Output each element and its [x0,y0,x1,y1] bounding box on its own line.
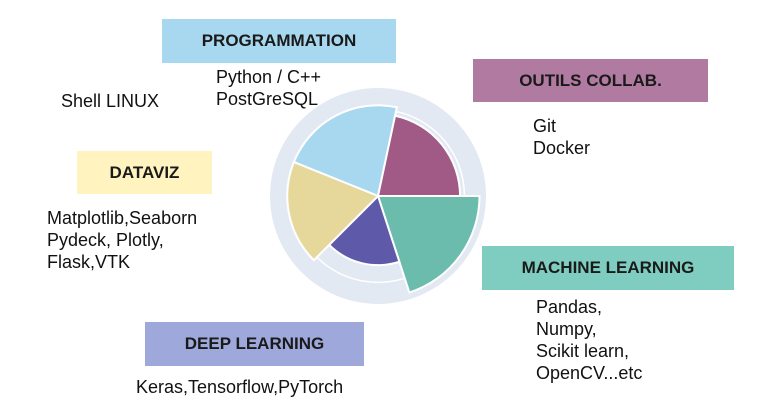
dataviz-box: DATAVIZ [77,151,212,194]
deep-learning-label: DEEP LEARNING [184,334,325,353]
outils-collab-label: OUTILS COLLAB. [519,70,662,90]
machine-learning-label: MACHINE LEARNING [521,258,695,277]
machine-learning-box: MACHINE LEARNING [482,246,734,290]
detail-line: OpenCV...etc [536,363,643,383]
detail-line: Numpy, [536,319,597,339]
detail-line: Docker [533,138,591,158]
detail-line: Git [533,116,557,136]
detail-line: Python / C++ [216,67,322,87]
deep-learning-box: DEEP LEARNING [145,322,364,366]
detail-line: Pandas, [536,297,603,317]
programmation-box: PROGRAMMATION [162,19,396,63]
detail-line: PostGreSQL [216,89,319,109]
detail-line: Scikit learn, [536,341,630,361]
detail-line: Pydeck, Plotly, [47,230,164,250]
outils-collab-box: OUTILS COLLAB. [473,59,708,102]
dataviz-label: DATAVIZ [109,162,180,182]
detail-line: Flask,VTK [47,252,131,272]
dataviz-details: Matplotlib,Seaborn Pydeck, Plotly, Flask… [47,207,197,273]
machine-learning-details: Pandas, Numpy, Scikit learn, OpenCV...et… [536,296,642,384]
detail-line: Matplotlib,Seaborn [47,208,198,228]
shell-linux-text: Shell LINUX [61,91,160,111]
deep-learning-details: Keras,Tensorflow,PyTorch [136,377,344,397]
programmation-details: Python / C++ PostGreSQL [216,66,321,110]
programmation-label: PROGRAMMATION [201,31,357,50]
outils-details: Git Docker [533,115,590,159]
